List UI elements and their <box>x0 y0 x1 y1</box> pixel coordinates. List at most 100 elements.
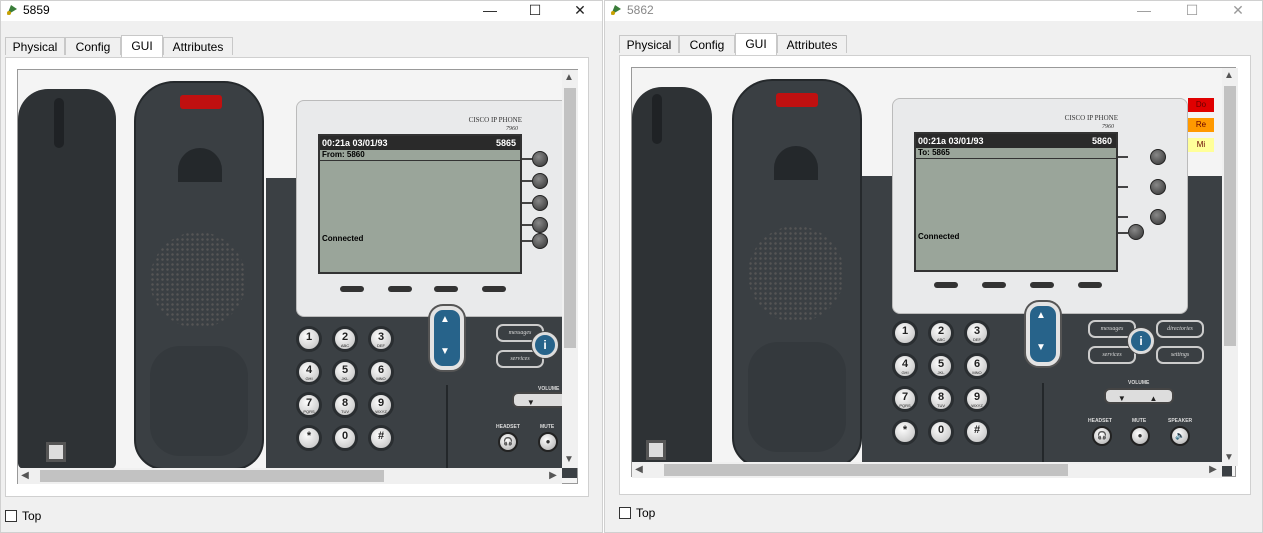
tab-physical[interactable]: Physical <box>5 37 65 55</box>
softkey-4[interactable] <box>1078 282 1102 288</box>
softkey-3[interactable] <box>1030 282 1054 288</box>
minimize-button[interactable]: — <box>1121 1 1167 21</box>
keypad-key-1[interactable]: 1 <box>296 326 322 352</box>
keypad-key-6[interactable]: 6 MNO <box>964 353 990 379</box>
speaker-button[interactable]: 🔈 <box>1170 426 1190 446</box>
volume-down-icon[interactable]: ▼ <box>1106 394 1138 403</box>
tab-gui[interactable]: GUI <box>121 35 163 57</box>
keypad-key-9[interactable]: 9 WXYZ <box>964 386 990 412</box>
close-button[interactable]: ✕ <box>1215 1 1261 21</box>
keypad-key-4[interactable]: 4 GHI <box>892 353 918 379</box>
line-key-1[interactable] <box>1150 149 1166 165</box>
navigation-rocker[interactable]: ▲ ▼ <box>430 306 464 370</box>
keypad-key-7[interactable]: 7 PQRS <box>892 386 918 412</box>
keypad-key-3[interactable]: 3 DEF <box>964 320 990 346</box>
softkey-2[interactable] <box>982 282 1006 288</box>
scroll-right-icon[interactable]: ▶ <box>546 470 560 481</box>
line-key-1[interactable] <box>532 151 548 167</box>
vertical-scroll-thumb[interactable] <box>564 88 576 348</box>
scroll-down-icon[interactable]: ▼ <box>1222 452 1236 463</box>
softkey-1[interactable] <box>934 282 958 288</box>
line-key-4[interactable] <box>532 217 548 233</box>
keypad-key-star[interactable]: * <box>892 419 918 445</box>
horizontal-scrollbar[interactable]: ◀ ▶ <box>632 462 1222 478</box>
scroll-down-icon[interactable]: ▼ <box>562 454 576 465</box>
tab-config[interactable]: Config <box>65 37 121 55</box>
tab-gui[interactable]: GUI <box>735 33 777 55</box>
volume-up-icon[interactable]: ▲ <box>1138 394 1170 403</box>
mute-button[interactable]: ● <box>1130 426 1150 446</box>
keypad-key-0[interactable]: 0 <box>332 425 358 451</box>
softkey-3[interactable] <box>434 286 458 292</box>
keypad-key-5[interactable]: 5 JKL <box>928 353 954 379</box>
minimize-button[interactable]: — <box>467 1 513 21</box>
line-key-2[interactable] <box>532 173 548 189</box>
softkey-2[interactable] <box>388 286 412 292</box>
keypad-key-8[interactable]: 8 TUV <box>332 392 358 418</box>
maximize-button[interactable]: ☐ <box>1169 1 1215 21</box>
volume-rocker[interactable]: ▼▲ <box>1104 388 1174 404</box>
keypad-key-8[interactable]: 8 TUV <box>928 386 954 412</box>
scroll-left-icon[interactable]: ◀ <box>18 470 32 481</box>
line-key-3[interactable] <box>532 195 548 211</box>
keypad-key-pound[interactable]: # <box>368 425 394 451</box>
vertical-scroll-thumb[interactable] <box>1224 86 1236 346</box>
services-button[interactable]: services <box>1088 346 1136 364</box>
top-checkbox[interactable]: Top <box>619 506 655 520</box>
tab-physical[interactable]: Physical <box>619 35 679 53</box>
horizontal-scroll-thumb[interactable] <box>40 470 384 482</box>
nav-up-icon[interactable]: ▲ <box>440 314 450 325</box>
keypad-key-9[interactable]: 9 WXYZ <box>368 392 394 418</box>
scroll-up-icon[interactable]: ▲ <box>562 72 576 83</box>
headset-button[interactable]: 🎧 <box>1092 426 1112 446</box>
line-key-3[interactable] <box>1150 209 1166 225</box>
keypad-key-1[interactable]: 1 <box>892 320 918 346</box>
line-key-5[interactable] <box>532 233 548 249</box>
tab-attributes[interactable]: Attributes <box>777 35 847 53</box>
scroll-left-icon[interactable]: ◀ <box>632 464 646 475</box>
softkey-4[interactable] <box>482 286 506 292</box>
close-button[interactable]: ✕ <box>557 1 602 21</box>
info-button[interactable]: i <box>1128 328 1154 354</box>
scroll-right-icon[interactable]: ▶ <box>1206 464 1220 475</box>
keypad-key-2[interactable]: 2 ABC <box>928 320 954 346</box>
info-button[interactable]: i <box>532 332 558 358</box>
title-bar[interactable]: 5859 — ☐ ✕ <box>1 1 602 21</box>
keypad-key-3[interactable]: 3 DEF <box>368 326 394 352</box>
directories-button[interactable]: directories <box>1156 320 1204 338</box>
navigation-rocker[interactable]: ▲ ▼ <box>1026 302 1060 366</box>
hook-switch[interactable] <box>646 440 666 460</box>
title-bar[interactable]: 5862 — ☐ ✕ <box>605 1 1262 21</box>
softkey-1[interactable] <box>340 286 364 292</box>
volume-down-icon[interactable]: ▼ <box>514 398 548 407</box>
keypad-key-5[interactable]: 5 JKL <box>332 359 358 385</box>
horizontal-scroll-thumb[interactable] <box>664 464 1068 476</box>
nav-down-icon[interactable]: ▼ <box>440 346 450 357</box>
maximize-button[interactable]: ☐ <box>512 1 558 21</box>
nav-up-icon[interactable]: ▲ <box>1036 310 1046 321</box>
mute-button[interactable]: ● <box>538 432 558 452</box>
checkbox-box[interactable] <box>5 510 17 522</box>
tab-config[interactable]: Config <box>679 35 735 53</box>
keypad-key-2[interactable]: 2 ABC <box>332 326 358 352</box>
keypad-key-7[interactable]: 7 PQRS <box>296 392 322 418</box>
nav-down-icon[interactable]: ▼ <box>1036 342 1046 353</box>
headset-button[interactable]: 🎧 <box>498 432 518 452</box>
keypad-key-star[interactable]: * <box>296 425 322 451</box>
hook-switch[interactable] <box>46 442 66 462</box>
scroll-up-icon[interactable]: ▲ <box>1222 70 1236 81</box>
keypad-key-4[interactable]: 4 GHI <box>296 359 322 385</box>
vertical-scrollbar[interactable]: ▲ ▼ <box>1222 68 1238 466</box>
line-key-4[interactable] <box>1128 224 1144 240</box>
checkbox-box[interactable] <box>619 507 631 519</box>
key-letters: WXYZ <box>971 403 983 408</box>
tab-attributes[interactable]: Attributes <box>163 37 233 55</box>
line-key-2[interactable] <box>1150 179 1166 195</box>
top-checkbox[interactable]: Top <box>5 509 41 523</box>
horizontal-scrollbar[interactable]: ◀ ▶ <box>18 468 562 484</box>
keypad-key-pound[interactable]: # <box>964 419 990 445</box>
settings-button[interactable]: settings <box>1156 346 1204 364</box>
vertical-scrollbar[interactable]: ▲ ▼ <box>562 70 578 468</box>
keypad-key-0[interactable]: 0 <box>928 419 954 445</box>
keypad-key-6[interactable]: 6 MNO <box>368 359 394 385</box>
